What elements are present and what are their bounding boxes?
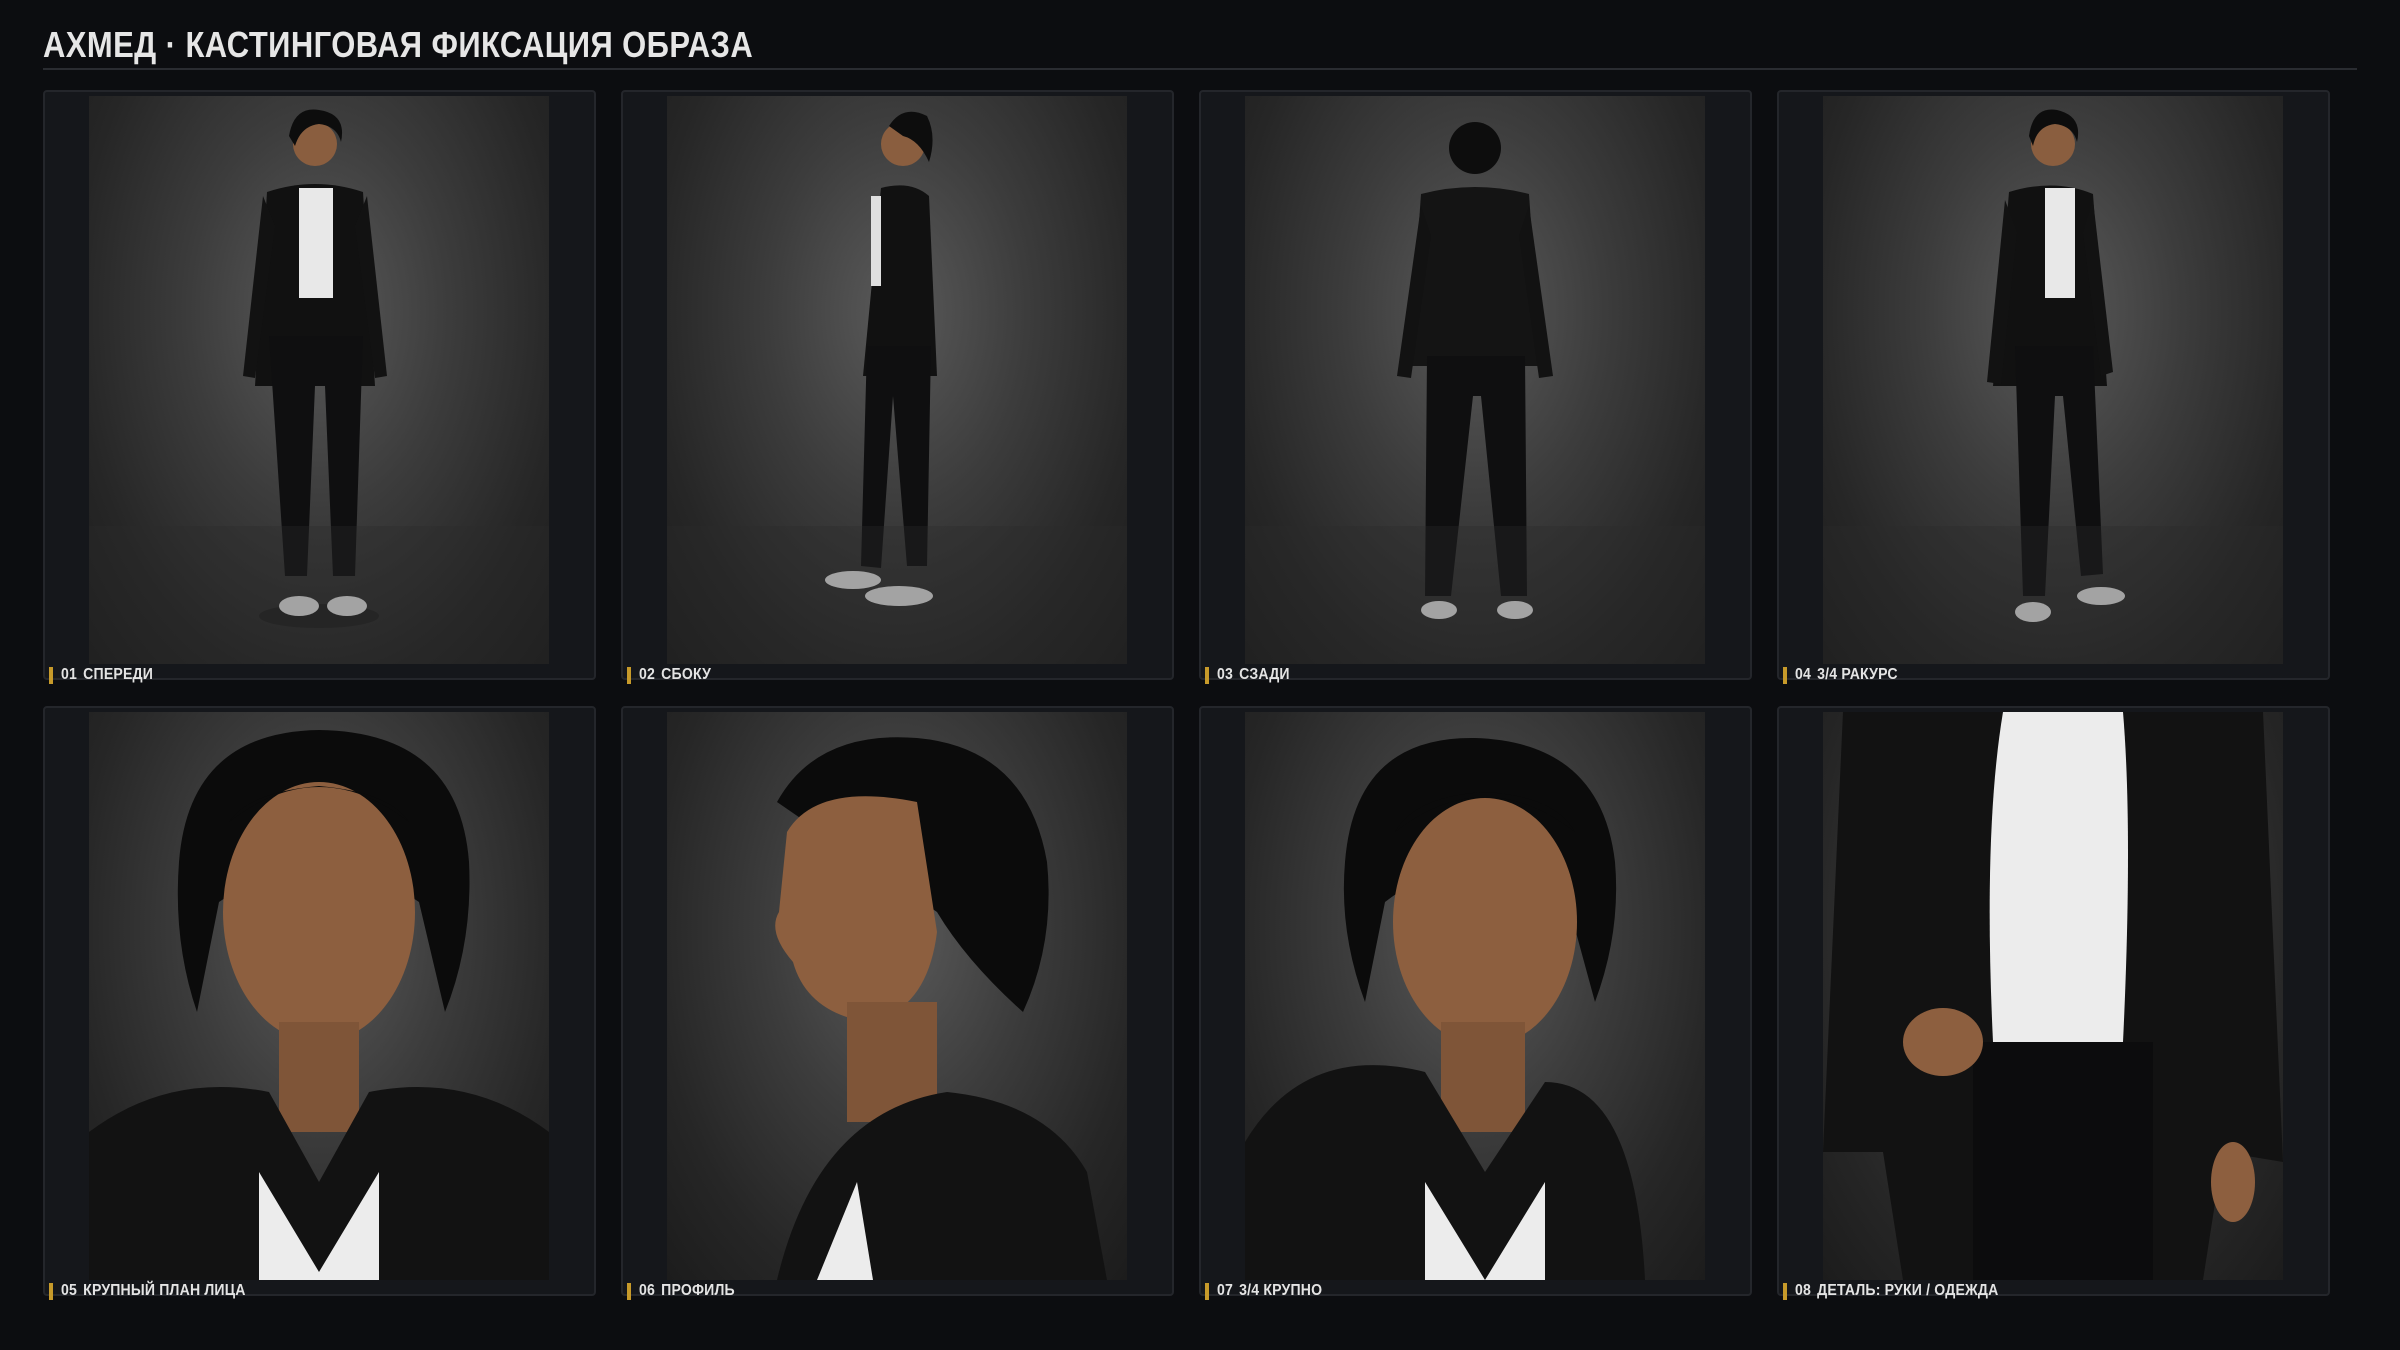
caption-number: 07: [1217, 1282, 1234, 1299]
photo-card-three-quarter[interactable]: 04 3/4 РАКУРС: [1777, 90, 2330, 684]
photo-card-face-close-up[interactable]: 05 КРУПНЫЙ ПЛАН ЛИЦА: [43, 706, 596, 1300]
photo-back-full-body: [1245, 96, 1705, 664]
caption-number: 02: [639, 666, 656, 683]
photo-card-three-quarter-close-up[interactable]: 07 3/4 КРУПНО: [1199, 706, 1752, 1300]
photo-three-quarter-close-up: [1245, 712, 1705, 1280]
photo-face-close-up: [89, 712, 549, 1280]
caption-label: СЗАДИ: [1239, 666, 1290, 683]
caption-accent-bar: [49, 666, 53, 684]
caption-label: ПРОФИЛЬ: [661, 1282, 735, 1299]
photo-caption: 08 ДЕТАЛЬ: РУКИ / ОДЕЖДА: [1783, 1280, 2026, 1302]
page-title: АХМЕД · КАСТИНГОВАЯ ФИКСАЦИЯ ОБРАЗА: [43, 24, 754, 65]
caption-accent-bar: [49, 1282, 53, 1300]
caption-accent-bar: [627, 1282, 631, 1300]
photo-card-side[interactable]: 02 СБОКУ: [621, 90, 1174, 684]
photo-card-profile[interactable]: 06 ПРОФИЛЬ: [621, 706, 1174, 1300]
photo-caption: 05 КРУПНЫЙ ПЛАН ЛИЦА: [49, 1280, 271, 1302]
photo-card-back[interactable]: 03 СЗАДИ: [1199, 90, 1752, 684]
photo-caption: 04 3/4 РАКУРС: [1783, 664, 1912, 686]
photo-three-quarter-full-body: [1823, 96, 2283, 664]
caption-label: ДЕТАЛЬ: РУКИ / ОДЕЖДА: [1817, 1282, 1999, 1299]
caption-label: 3/4 КРУПНО: [1239, 1282, 1323, 1299]
photo-front-full-body: [89, 96, 549, 664]
caption-label: КРУПНЫЙ ПЛАН ЛИЦА: [83, 1282, 246, 1299]
photo-caption: 03 СЗАДИ: [1205, 664, 1300, 686]
caption-number: 01: [61, 666, 78, 683]
caption-number: 05: [61, 1282, 78, 1299]
caption-accent-bar: [1783, 1282, 1787, 1300]
photo-card-detail[interactable]: 08 ДЕТАЛЬ: РУКИ / ОДЕЖДА: [1777, 706, 2330, 1300]
photo-grid: 01 СПЕРЕДИ 02 СБОКУ 03 СЗАДИ 04 3/4 РАКУ…: [43, 90, 2331, 1300]
caption-label: СПЕРЕДИ: [83, 666, 154, 683]
caption-label: 3/4 РАКУРС: [1817, 666, 1898, 683]
photo-caption: 07 3/4 КРУПНО: [1205, 1280, 1337, 1302]
casting-sheet: АХМЕД · КАСТИНГОВАЯ ФИКСАЦИЯ ОБРАЗА 01 С…: [0, 0, 2400, 1350]
photo-detail-hands-clothing: [1823, 712, 2283, 1280]
photo-profile-close-up: [667, 712, 1127, 1280]
caption-accent-bar: [627, 666, 631, 684]
caption-accent-bar: [1205, 666, 1209, 684]
photo-caption: 02 СБОКУ: [627, 664, 721, 686]
caption-accent-bar: [1783, 666, 1787, 684]
photo-side-full-body: [667, 96, 1127, 664]
caption-number: 03: [1217, 666, 1234, 683]
caption-label: СБОКУ: [661, 666, 712, 683]
caption-number: 08: [1795, 1282, 1812, 1299]
sheet-header: АХМЕД · КАСТИНГОВАЯ ФИКСАЦИЯ ОБРАЗА: [43, 14, 2357, 70]
caption-number: 04: [1795, 666, 1812, 683]
photo-caption: 01 СПЕРЕДИ: [49, 664, 166, 686]
caption-accent-bar: [1205, 1282, 1209, 1300]
caption-number: 06: [639, 1282, 656, 1299]
photo-card-front[interactable]: 01 СПЕРЕДИ: [43, 90, 596, 684]
photo-caption: 06 ПРОФИЛЬ: [627, 1280, 748, 1302]
